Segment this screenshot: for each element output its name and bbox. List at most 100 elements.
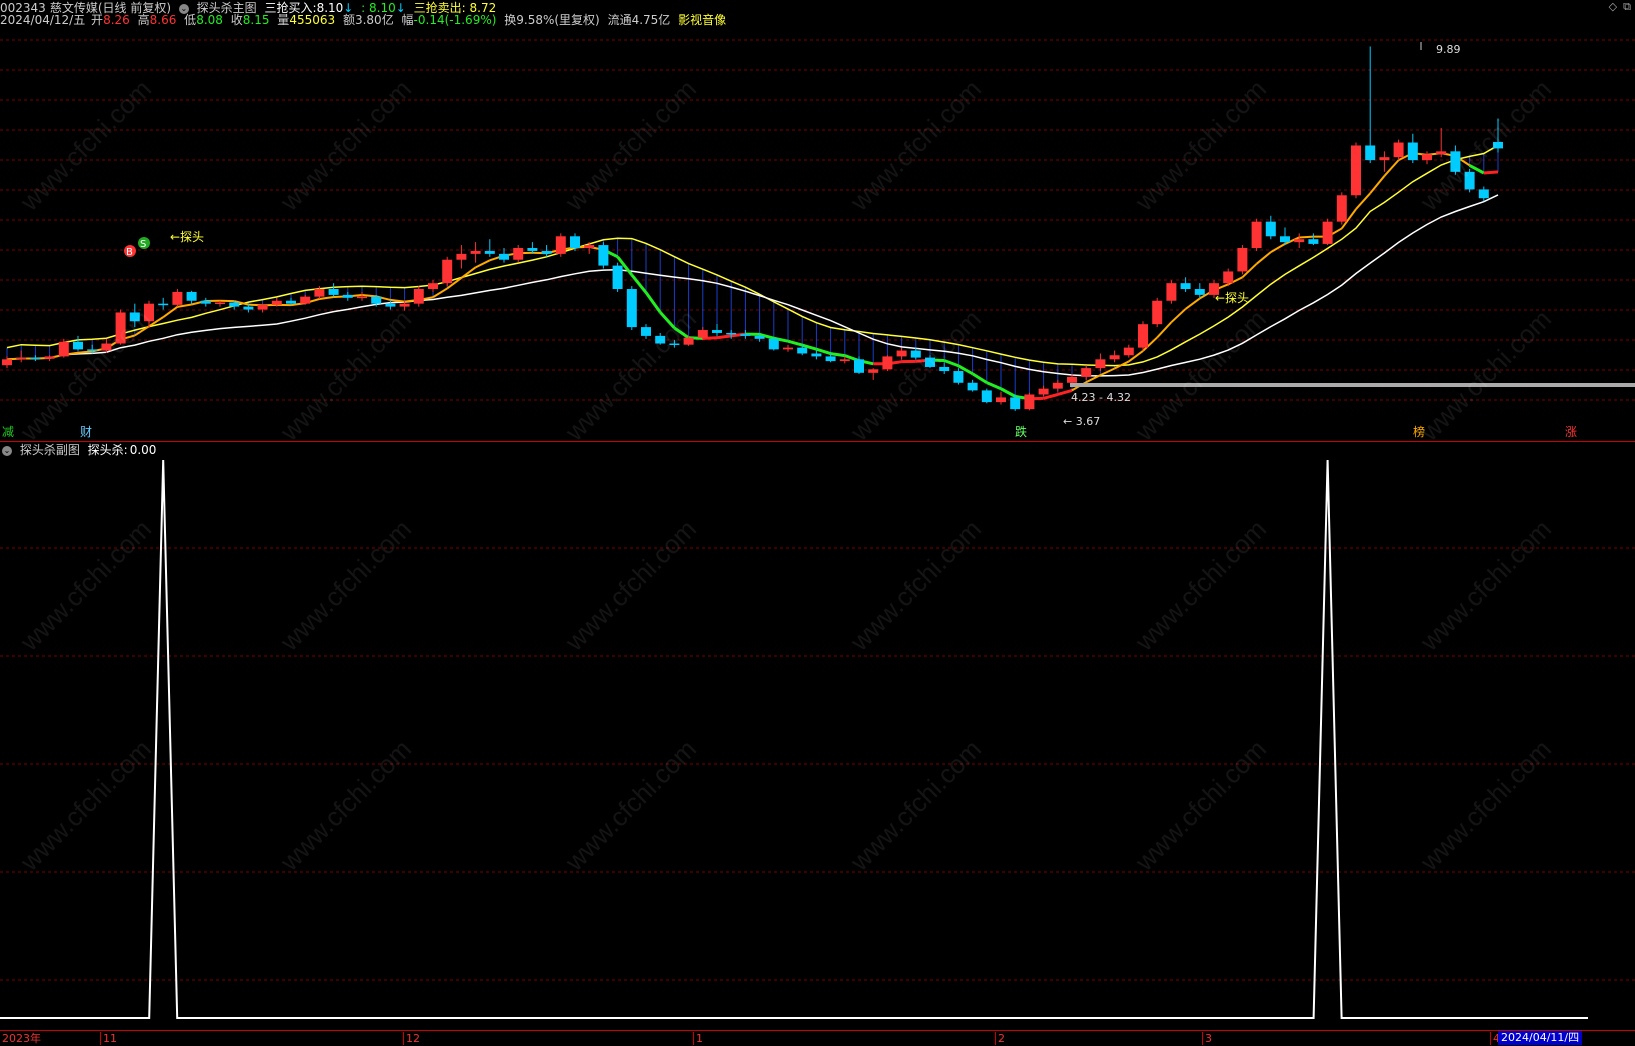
trend-segment xyxy=(461,267,475,278)
x-label-mar: 3 xyxy=(1202,1032,1212,1045)
quote-row: 2024/04/12/五 开8.26 高8.66 低8.08 收8.15 量45… xyxy=(0,12,730,28)
candle-body xyxy=(925,358,935,367)
event-marker-reduce[interactable]: 减 xyxy=(2,425,14,439)
concept-tag[interactable]: 影视音像 xyxy=(678,13,726,27)
candle-body xyxy=(1436,151,1446,154)
candle-body xyxy=(101,344,111,351)
candle-body xyxy=(684,338,694,345)
sub-chart[interactable] xyxy=(0,458,1635,1030)
candle-body xyxy=(300,297,310,304)
candle-body xyxy=(45,356,55,358)
x-label-jan: 1 xyxy=(693,1032,703,1045)
candle-body xyxy=(272,301,282,305)
trend-segment xyxy=(1370,176,1384,193)
candle-body xyxy=(428,283,438,289)
candle-body xyxy=(485,251,495,254)
trend-segment xyxy=(1171,309,1185,322)
low-label: 低 xyxy=(184,13,196,27)
trend-segment xyxy=(1271,244,1285,252)
trend-segment xyxy=(987,383,1001,389)
candle-body xyxy=(897,351,907,357)
sub-value: 0.00 xyxy=(130,443,157,457)
candle-body xyxy=(243,307,253,310)
candle-body xyxy=(726,333,736,335)
close-label: 收 xyxy=(231,13,243,27)
candle-body xyxy=(314,289,324,297)
event-marker-finance[interactable]: 财 xyxy=(80,425,92,439)
candle-body xyxy=(911,351,921,358)
candle-body xyxy=(1408,143,1418,161)
candle-body xyxy=(59,342,69,357)
trend-segment xyxy=(1356,193,1370,209)
candle-body xyxy=(627,289,637,327)
candle-body xyxy=(1195,289,1205,295)
float-value: 流通4.75亿 xyxy=(608,13,671,27)
trend-segment xyxy=(476,260,490,267)
window-controls: ◇⧉ xyxy=(1603,0,1631,14)
candle-body xyxy=(1465,172,1475,190)
event-marker-fall[interactable]: 跌 xyxy=(1015,425,1027,439)
candle-body xyxy=(1394,143,1404,158)
candle-body xyxy=(1081,368,1091,377)
trend-segment xyxy=(788,341,802,345)
x-cursor-date: 2024/04/11/四 xyxy=(1498,1031,1582,1045)
x-label-feb: 2 xyxy=(995,1032,1005,1045)
candle-body xyxy=(1067,377,1077,383)
restore-icon[interactable]: ⧉ xyxy=(1623,0,1631,13)
candle-body xyxy=(1266,222,1276,237)
candle-body xyxy=(641,327,651,336)
candle-body xyxy=(868,369,878,373)
trend-segment xyxy=(390,300,404,302)
sell-marker-text: S xyxy=(140,239,146,250)
candle-body xyxy=(826,356,836,361)
candle-body xyxy=(1181,283,1191,289)
candle-body xyxy=(1237,248,1247,271)
candle-body xyxy=(286,301,296,304)
candle-body xyxy=(797,348,807,354)
candle-body xyxy=(598,245,608,266)
sub-chart-header: ⌄ 探头杀副图 探头杀:0.00 xyxy=(0,441,1635,458)
change-value: -0.14(-1.69%) xyxy=(414,13,497,27)
main-chart[interactable]: ←探头←探头9.89← 3.674.23 - 4.32BS xyxy=(0,30,1635,440)
candle-body xyxy=(1138,324,1148,347)
candle-body xyxy=(669,344,679,346)
candle-body xyxy=(968,383,978,391)
x-axis: 2023年 11 12 1 2 3 4 2024/04/11/四 xyxy=(0,1030,1635,1046)
open-value: 8.26 xyxy=(103,13,130,27)
range-bar xyxy=(1070,383,1635,387)
range-label: 4.23 - 4.32 xyxy=(1071,391,1131,404)
close-value: 8.15 xyxy=(243,13,270,27)
event-marker-rank[interactable]: 榜 xyxy=(1413,425,1425,439)
sub-indicator-name[interactable]: 探头杀副图 xyxy=(20,443,80,457)
candle-body xyxy=(882,356,892,369)
buy-marker-text: B xyxy=(126,247,133,258)
low-value: 8.08 xyxy=(196,13,223,27)
candle-body xyxy=(1280,236,1290,242)
candle-body xyxy=(953,371,963,383)
trend-segment xyxy=(1044,394,1058,398)
candle-body xyxy=(215,303,225,305)
event-marker-rise[interactable]: 涨 xyxy=(1565,425,1577,439)
probe-label-1: ←探头 xyxy=(170,230,204,244)
candle-body xyxy=(840,359,850,361)
candle-body xyxy=(499,254,509,260)
trend-segment xyxy=(646,293,660,313)
candle-body xyxy=(400,304,410,307)
amount-value: 3.80亿 xyxy=(355,13,394,27)
candle-body xyxy=(527,248,537,251)
trend-segment xyxy=(1058,390,1072,394)
trend-segment xyxy=(1384,160,1398,176)
trend-segment xyxy=(1157,322,1171,337)
candle-body xyxy=(130,312,140,321)
probe-label-2: ←探头 xyxy=(1215,291,1249,305)
candle-body xyxy=(1166,283,1176,301)
candle-body xyxy=(655,336,665,344)
amount-label: 额 xyxy=(343,13,355,27)
candle-body xyxy=(740,334,750,336)
sub-indicator-menu-icon[interactable]: ⌄ xyxy=(2,446,12,456)
diamond-icon[interactable]: ◇ xyxy=(1609,0,1617,13)
candle-body xyxy=(698,330,708,338)
candle-body xyxy=(1010,397,1020,409)
probe-kill-line xyxy=(0,460,1588,1018)
candle-body xyxy=(30,358,40,360)
